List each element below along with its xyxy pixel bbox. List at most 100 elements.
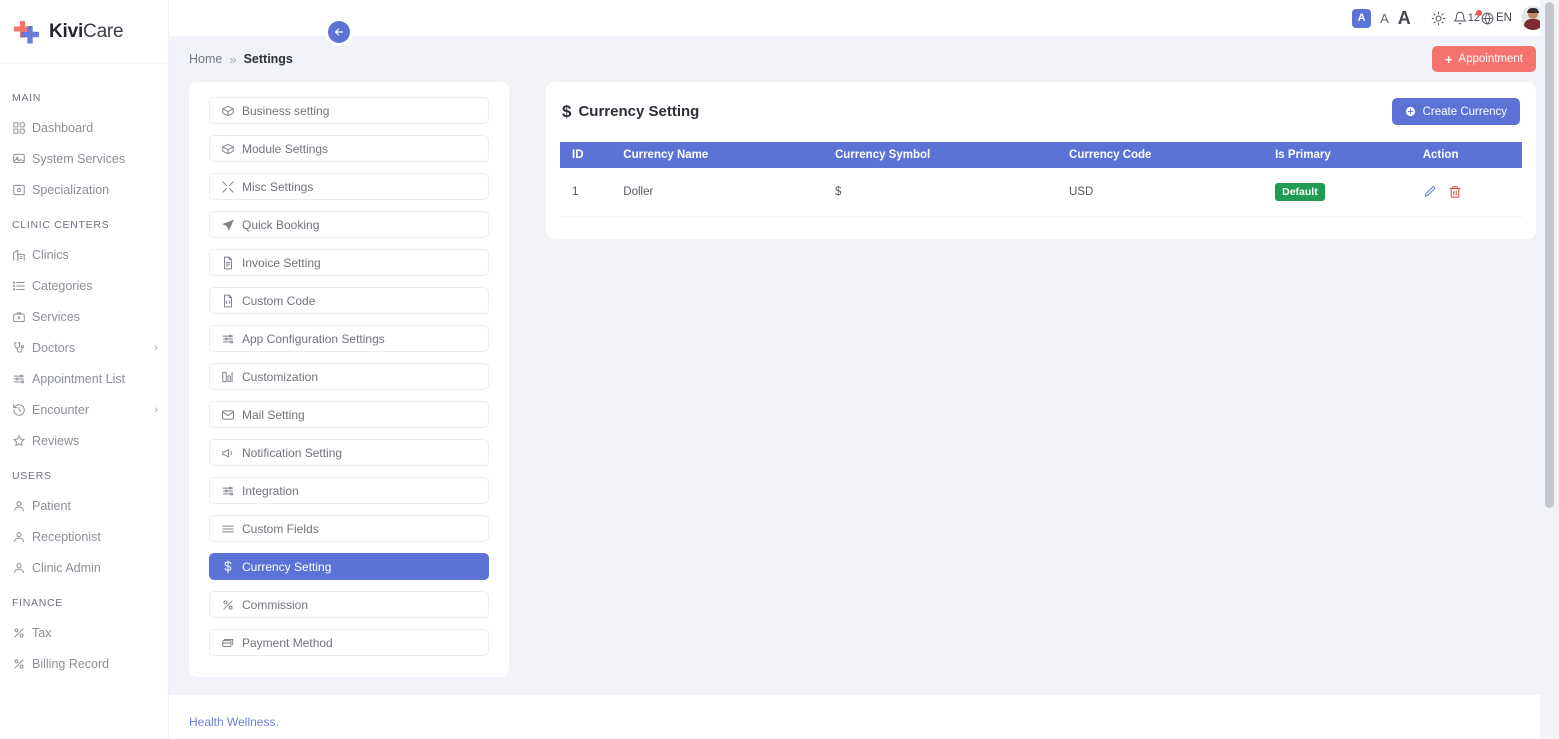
sidebar-item-services[interactable]: Services — [0, 301, 168, 332]
settings-item-label: Module Settings — [242, 141, 329, 156]
delete-row-button[interactable] — [1448, 185, 1462, 199]
scrollbar-thumb[interactable] — [1545, 2, 1554, 508]
settings-item-commission[interactable]: Commission — [209, 591, 489, 618]
cards-icon — [221, 636, 242, 650]
sidebar-item-encounter[interactable]: Encounter › — [0, 394, 168, 425]
add-appointment-label: Appointment — [1458, 53, 1523, 65]
settings-menu-card: Business setting Module Settings Misc Sett… — [189, 82, 509, 677]
add-appointment-button[interactable]: + Appointment — [1431, 46, 1536, 72]
sliders-icon — [13, 374, 25, 383]
sidebar-collapse-button[interactable] — [328, 21, 350, 43]
sidebar-item-label: Specialization — [32, 182, 110, 197]
invoice-icon — [224, 256, 232, 269]
brand-name-bold: Kivi — [49, 20, 84, 42]
sidebar-item-label: Clinics — [32, 247, 69, 262]
list-icon — [12, 280, 25, 291]
sidebar-item-clinics[interactable]: Clinics — [0, 239, 168, 270]
sidebar-item-categories[interactable]: Categories — [0, 270, 168, 301]
settings-item-label: Custom Fields — [242, 521, 319, 536]
sidebar-item-label: Billing Record — [32, 656, 110, 671]
page-scrollbar[interactable] — [1540, 0, 1559, 739]
sidebar-item-appointment-list[interactable]: Appointment List — [0, 363, 168, 394]
settings-item-label: Commission — [242, 597, 309, 612]
menu-lines-icon — [222, 525, 234, 532]
customize-icon — [221, 370, 242, 384]
dollar-icon: $ — [562, 101, 572, 121]
table-body: 1 Doller $ USD Default — [560, 168, 1522, 217]
create-currency-button[interactable]: Create Currency — [1391, 98, 1520, 125]
sidebar-item-reviews[interactable]: Reviews — [0, 425, 168, 456]
percent-icon — [14, 627, 24, 638]
box-icon — [221, 142, 242, 156]
top-bar: A A A 12 EN — [169, 0, 1559, 36]
sidebar-item-tax[interactable]: Tax — [0, 617, 168, 648]
star-icon — [13, 434, 25, 446]
font-size-small-button[interactable]: A — [1352, 8, 1372, 28]
font-size-large-button[interactable]: A — [1398, 8, 1411, 28]
history-icon — [13, 403, 25, 416]
sun-icon[interactable] — [1431, 11, 1446, 26]
settings-item-misc-settings[interactable]: Misc Settings — [209, 173, 489, 200]
cards-icon — [222, 638, 234, 647]
breadcrumb-home[interactable]: Home — [189, 52, 222, 66]
settings-item-label: Customization — [242, 369, 319, 384]
settings-item-module-settings[interactable]: Module Settings — [209, 135, 489, 162]
box-icon — [222, 105, 234, 116]
settings-item-quick-booking[interactable]: Quick Booking — [209, 211, 489, 238]
sidebar-item-receptionist[interactable]: Receptionist — [0, 521, 168, 552]
medical-cross-logo-icon — [14, 18, 42, 46]
cell-action — [1410, 168, 1522, 217]
language-label[interactable]: EN — [1496, 12, 1512, 24]
brand-logo[interactable]: KiviCare — [0, 0, 168, 64]
notification-button[interactable]: 12 — [1452, 10, 1483, 25]
sidebar-item-doctors[interactable]: Doctors › — [0, 332, 168, 363]
mail-icon — [221, 409, 235, 420]
settings-item-custom-code[interactable]: Custom Code — [209, 287, 489, 314]
badge-icon — [12, 183, 32, 197]
currency-panel: $ Currency Setting Create Currency ID Cur… — [546, 82, 1536, 239]
column-header: Currency Name — [611, 142, 823, 168]
main-area: A A A 12 EN Home » Settings + Appointmen… — [169, 0, 1559, 739]
breadcrumb-current[interactable]: Settings — [244, 52, 293, 66]
sidebar-item-specialization[interactable]: Specialization — [0, 174, 168, 205]
settings-item-label: Currency Setting — [242, 559, 332, 574]
settings-item-mail-setting[interactable]: Mail Setting — [209, 401, 489, 428]
user-icon — [12, 561, 32, 575]
settings-item-app-configuration-settings[interactable]: App Configuration Settings — [209, 325, 489, 352]
globe-icon[interactable] — [1481, 12, 1494, 25]
settings-item-business-setting[interactable]: Business setting — [209, 97, 489, 124]
settings-item-payment-method[interactable]: Payment Method — [209, 629, 489, 656]
settings-item-notification-setting[interactable]: Notification Setting — [209, 439, 489, 466]
arrow-left-icon — [334, 28, 344, 36]
sidebar-item-clinic-admin[interactable]: Clinic Admin — [0, 552, 168, 583]
settings-item-integration[interactable]: Integration — [209, 477, 489, 504]
briefcase-icon — [12, 310, 32, 324]
sidebar-item-dashboard[interactable]: Dashboard — [0, 112, 168, 143]
settings-item-currency-setting[interactable]: Currency Setting — [209, 553, 489, 580]
page-title-label: Currency Setting — [578, 103, 700, 120]
building-icon — [12, 248, 32, 262]
settings-item-custom-fields[interactable]: Custom Fields — [209, 515, 489, 542]
sidebar-item-label: Tax — [32, 625, 52, 640]
settings-item-label: Payment Method — [242, 635, 333, 650]
sidebar-item-label: Appointment List — [32, 371, 126, 386]
settings-item-label: Integration — [242, 483, 299, 498]
settings-item-invoice-setting[interactable]: Invoice Setting — [209, 249, 489, 276]
sliders-icon — [221, 332, 242, 346]
building-icon — [13, 249, 25, 261]
sidebar-nav: MAIN Dashboard System Services Specializati… — [0, 64, 168, 679]
sidebar-item-system-services[interactable]: System Services — [0, 143, 168, 174]
sidebar-item-label: Patient — [32, 498, 71, 513]
column-header: Is Primary — [1263, 142, 1411, 168]
stethoscope-icon — [14, 341, 25, 353]
sidebar-item-patient[interactable]: Patient — [0, 490, 168, 521]
column-header: Currency Code — [1057, 142, 1264, 168]
edit-row-button[interactable] — [1423, 185, 1437, 199]
brand-name: KiviCare — [49, 20, 124, 43]
footer-link[interactable]: Health Wellness. — [189, 715, 279, 729]
trash-icon — [1449, 186, 1461, 198]
sidebar-item-billing-record[interactable]: Billing Record — [0, 648, 168, 679]
settings-item-customization[interactable]: Customization — [209, 363, 489, 390]
user-icon — [12, 530, 32, 544]
font-size-medium-button[interactable]: A — [1380, 9, 1389, 28]
